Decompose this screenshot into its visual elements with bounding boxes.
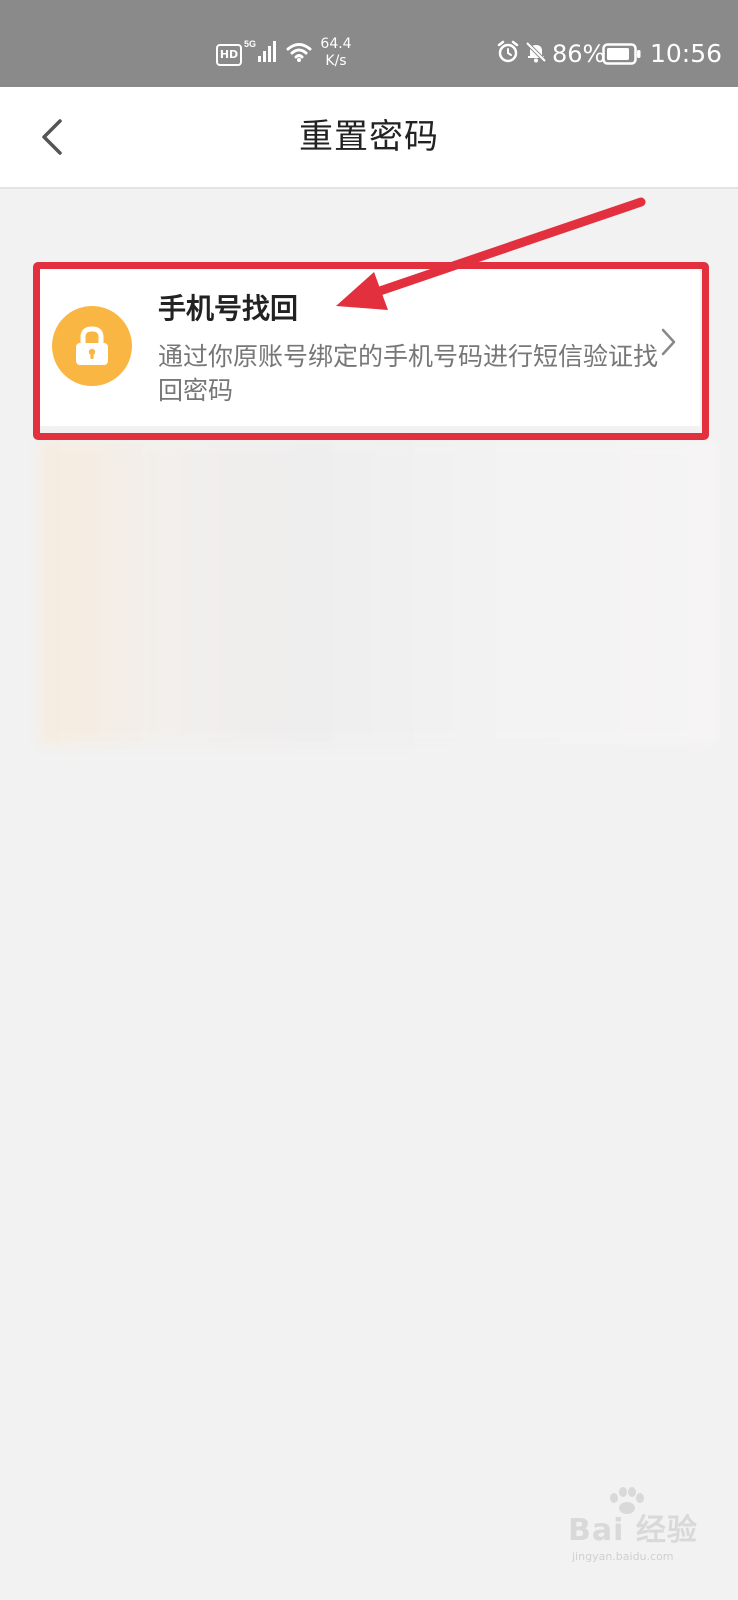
- battery-icon: [602, 42, 642, 70]
- network-speed: 64.4 K/s: [316, 36, 356, 70]
- navigation-bar: 重置密码: [0, 87, 738, 189]
- chevron-right-icon: [658, 326, 678, 362]
- option-title: 手机号找回: [158, 292, 299, 325]
- watermark-url: jingyan.baidu.com: [572, 1550, 674, 1563]
- page-title: 重置密码: [299, 117, 439, 157]
- network-speed-value: 64.4: [320, 36, 352, 52]
- option-phone-recovery[interactable]: 手机号找回 通过你原账号绑定的手机号码进行短信验证找回密码: [40, 268, 700, 426]
- option-description: 通过你原账号绑定的手机号码进行短信验证找回密码: [158, 342, 659, 405]
- hd-badge: HD: [216, 44, 242, 66]
- wifi-icon: [286, 40, 312, 68]
- signal-icon: 5G: [244, 38, 280, 68]
- baidu-jingyan-watermark: Bai 经验 jingyan.baidu.com: [556, 1486, 716, 1576]
- blurred-placeholder: [40, 440, 720, 745]
- alarm-icon: [496, 40, 520, 68]
- status-bar: HD 5G 64.4 K/s 86% 10:56: [0, 0, 738, 87]
- watermark-text: Bai 经验: [568, 1513, 698, 1548]
- clock-time: 10:56: [650, 39, 723, 68]
- network-speed-unit: K/s: [325, 53, 347, 69]
- battery-percentage: 86%: [552, 40, 606, 68]
- lock-icon: [52, 306, 132, 386]
- bell-muted-icon: [524, 40, 548, 68]
- network-type-label: 5G: [244, 39, 256, 49]
- paw-icon: [610, 1487, 644, 1514]
